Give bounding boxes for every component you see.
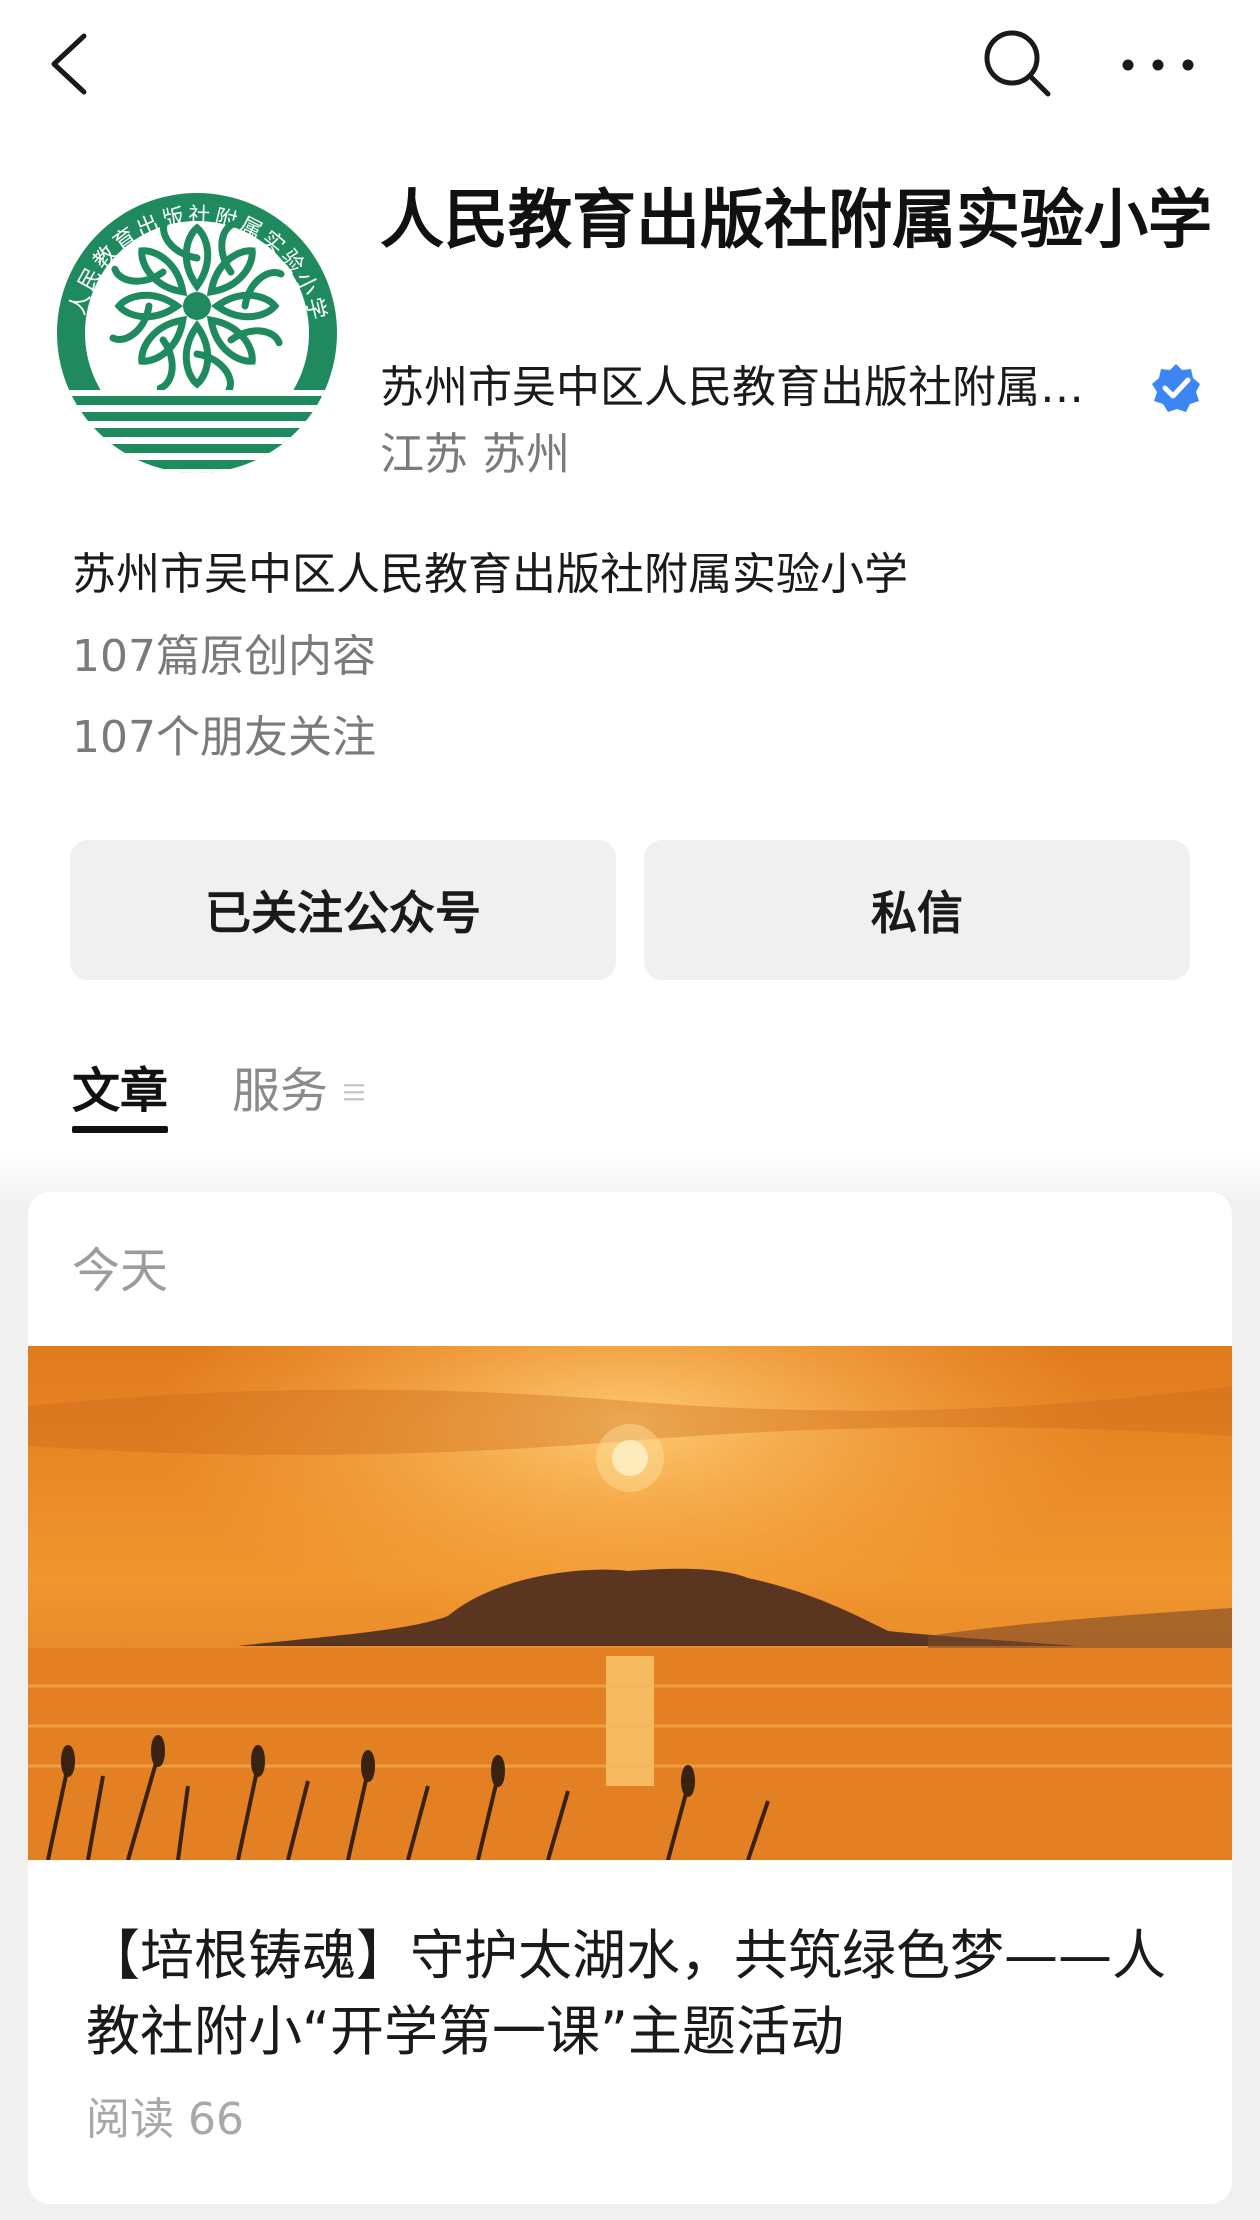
message-button[interactable]: 私信	[644, 840, 1190, 980]
subject-name: 苏州市吴中区人民教育出版社附属实验小学	[380, 362, 1120, 413]
read-count: 阅读 66	[86, 2094, 244, 2145]
article-title[interactable]: 【培根铸魂】守护太湖水，共筑绿色梦——人教社附小“开学第一课”主题活动	[86, 1918, 1166, 2070]
back-button[interactable]	[42, 28, 102, 100]
tab-articles[interactable]: 文章	[72, 1060, 168, 1122]
followed-button[interactable]: 已关注公众号	[70, 840, 616, 980]
original-content-count: 107篇原创内容	[72, 631, 376, 682]
top-bar	[0, 0, 1260, 130]
school-emblem-icon: 人民教育出版社附属实验小学	[57, 193, 337, 473]
menu-lines-icon[interactable]	[342, 1080, 366, 1104]
verified-badge-icon	[1152, 364, 1200, 412]
chevron-left-icon	[51, 33, 87, 95]
more-horizontal-icon	[1122, 59, 1194, 71]
school-logo[interactable]: 人民教育出版社附属实验小学	[52, 188, 342, 478]
more-button[interactable]	[1120, 40, 1196, 90]
subject-row[interactable]: 苏州市吴中区人民教育出版社附属实验小学	[380, 358, 1210, 418]
friends-following-count[interactable]: 107个朋友关注	[72, 708, 376, 768]
article-cover-image[interactable]	[28, 1346, 1232, 1860]
account-description: 苏州市吴中区人民教育出版社附属实验小学	[72, 549, 908, 600]
date-label: 今天	[72, 1243, 169, 1299]
account-name: 人民教育出版社附属实验小学	[380, 184, 1212, 258]
location-text: 江苏 苏州	[380, 429, 570, 480]
tab-services[interactable]: 服务	[232, 1060, 328, 1122]
active-tab-indicator	[72, 1126, 168, 1133]
article-card[interactable]: 今天 【培根铸魂】守护太湖水，共筑绿色梦——人教社附小“开学第一课”主题活动 阅…	[28, 1192, 1232, 2204]
search-icon	[984, 30, 1051, 97]
search-button[interactable]	[980, 26, 1054, 100]
